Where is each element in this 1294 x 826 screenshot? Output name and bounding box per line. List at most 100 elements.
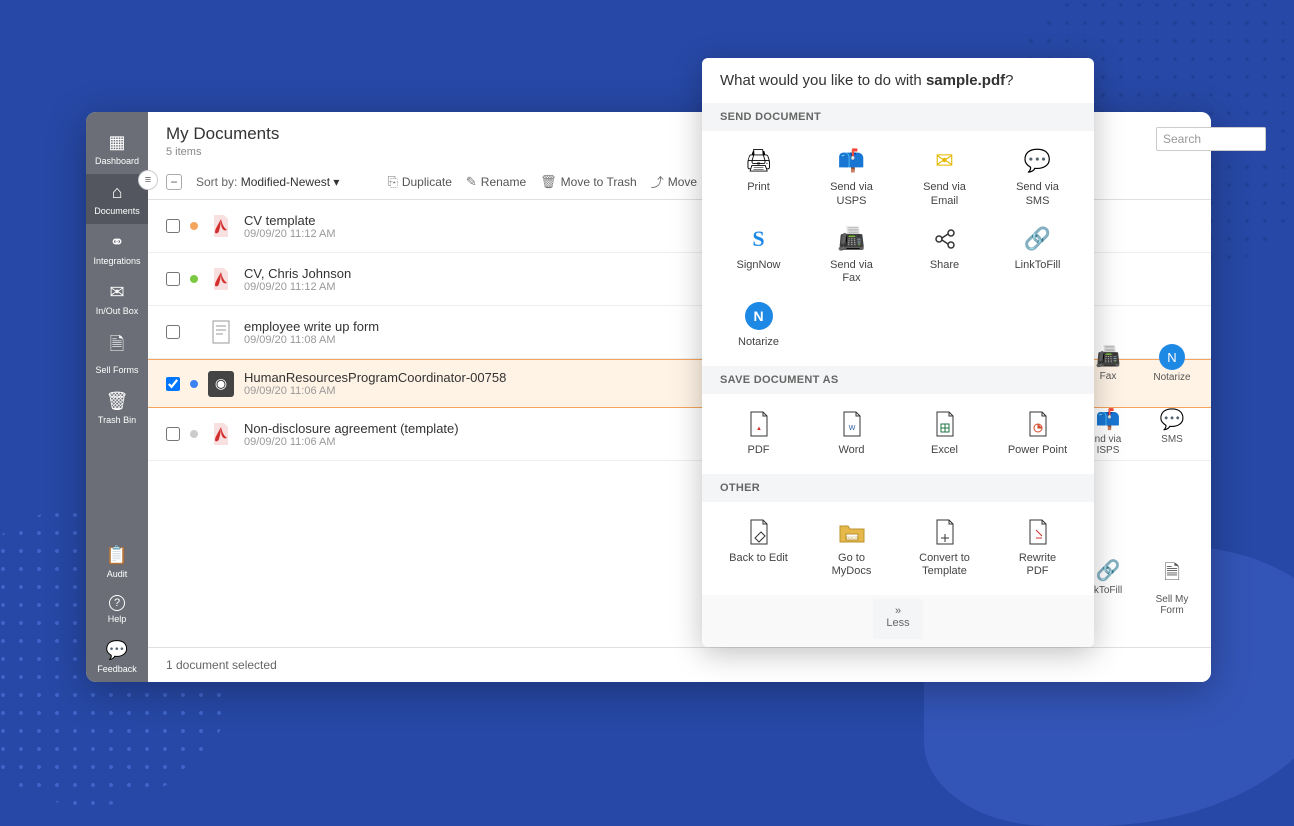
doc-name: Non-disclosure agreement (template) (244, 421, 459, 436)
sidebar-item-trash[interactable]: 🗑 Trash Bin (86, 383, 148, 433)
doc-date: 09/09/20 11:12 AM (244, 281, 351, 293)
row-checkbox[interactable] (166, 427, 180, 441)
sidebar-item-label: Integrations (93, 256, 140, 266)
sidebar-item-dashboard[interactable]: ▦ Dashboard (86, 124, 148, 174)
usps-icon: 📫 (1096, 407, 1121, 432)
sidebar-item-audit[interactable]: 📋 Audit (86, 537, 148, 587)
search-input[interactable]: Search (1156, 127, 1266, 151)
signnow-button[interactable]: SSignNow (712, 221, 805, 291)
share-icon (928, 225, 962, 253)
save-word-button[interactable]: WWord (805, 406, 898, 462)
rename-button[interactable]: ✎Rename (466, 174, 526, 190)
form-icon (208, 316, 234, 348)
modal-title: What would you like to do with sample.pd… (702, 58, 1094, 103)
sidebar-item-help[interactable]: ? Help (86, 587, 148, 632)
doc-date: 09/09/20 11:06 AM (244, 436, 459, 448)
section-save-title: SAVE DOCUMENT AS (702, 366, 1094, 394)
less-button[interactable]: » Less (873, 599, 923, 639)
doc-date: 09/09/20 11:06 AM (244, 385, 506, 397)
usps-button[interactable]: 📫Send via USPS (805, 143, 898, 213)
clipboard-icon: 📋 (106, 545, 128, 566)
fax-icon: 📠 (1096, 344, 1121, 369)
copy-icon: ⎘ (387, 174, 397, 190)
notarize-button[interactable]: NNotarize (712, 298, 805, 354)
print-button[interactable]: 🖨Print (712, 143, 805, 213)
folder-icon: DOCS (835, 518, 869, 546)
sell-icon: 🗎 (110, 332, 124, 362)
signnow-icon: S (742, 225, 776, 253)
pdf-icon (208, 418, 234, 450)
save-ppt-button[interactable]: Power Point (991, 406, 1084, 462)
row-checkbox[interactable] (166, 219, 180, 233)
sidebar-item-integrations[interactable]: ⚭ Integrations (86, 224, 148, 274)
sms-icon: 💬 (1160, 407, 1185, 432)
duplicate-button[interactable]: ⎘Duplicate (387, 174, 451, 190)
notarize-icon: N (1159, 344, 1185, 370)
row-checkbox[interactable] (166, 377, 180, 391)
section-other-title: OTHER (702, 474, 1094, 502)
sms-button[interactable]: 💬Send via SMS (991, 143, 1084, 213)
selection-status: 1 document selected (166, 658, 277, 672)
svg-text:W: W (848, 425, 855, 432)
sidebar-item-inoutbox[interactable]: ✉ In/Out Box (86, 274, 148, 324)
fax-button[interactable]: 📠Send via Fax (805, 221, 898, 291)
row-checkbox[interactable] (166, 272, 180, 286)
email-button[interactable]: ✉Send via Email (898, 143, 991, 213)
pencil-icon: ✎ (466, 174, 477, 190)
trash-icon: 🗑 (106, 391, 129, 412)
doc-date: 09/09/20 11:08 AM (244, 334, 379, 346)
move-button[interactable]: ⤴Move (651, 172, 697, 191)
chat-icon: 💬 (106, 640, 128, 661)
doc-name: employee write up form (244, 319, 379, 334)
sidebar-item-label: Documents (94, 206, 140, 216)
sell-icon: 🗎 (1164, 558, 1180, 592)
doc-name: HumanResourcesProgramCoordinator-00758 (244, 370, 506, 385)
rewrite-pdf-button[interactable]: Rewrite PDF (991, 514, 1084, 584)
move-to-trash-button[interactable]: 🗑Move to Trash (540, 174, 637, 190)
fax-icon: 📠 (835, 225, 869, 253)
sidebar-item-label: Audit (107, 569, 128, 579)
linktofill-button[interactable]: 🔗LinkToFill (991, 221, 1084, 291)
status-dot (190, 328, 198, 336)
sidebar-toggle[interactable]: ≡ (138, 170, 158, 190)
back-to-edit-button[interactable]: Back to Edit (712, 514, 805, 584)
sidebar-item-sellforms[interactable]: 🗎 Sell Forms (86, 324, 148, 383)
dashboard-icon: ▦ (108, 132, 125, 153)
integrations-icon: ⚭ (109, 232, 124, 253)
section-send-title: SEND DOCUMENT (702, 103, 1094, 131)
sellform-action[interactable]: 🗎Sell My Form (1147, 558, 1197, 616)
go-to-mydocs-button[interactable]: DOCSGo to MyDocs (805, 514, 898, 584)
ppt-file-icon (1021, 410, 1055, 438)
doc-name: CV template (244, 213, 336, 228)
sidebar-item-label: Feedback (97, 664, 137, 674)
save-pdf-button[interactable]: ▲PDF (712, 406, 805, 462)
sms-action[interactable]: 💬SMS (1147, 407, 1197, 456)
share-button[interactable]: Share (898, 221, 991, 291)
sidebar-item-label: Sell Forms (95, 365, 138, 375)
sidebar-item-label: Trash Bin (98, 415, 136, 425)
status-dot (190, 430, 198, 438)
row-checkbox[interactable] (166, 325, 180, 339)
status-dot (190, 222, 198, 230)
convert-template-button[interactable]: Convert to Template (898, 514, 991, 584)
sidebar: ▦ Dashboard ⌂ Documents ≡ ⚭ Integrations… (86, 112, 148, 682)
sidebar-item-label: Help (108, 614, 127, 624)
notarize-action[interactable]: NNotarize (1147, 344, 1197, 383)
pdf-file-icon: ▲ (742, 410, 776, 438)
pdf-icon (208, 263, 234, 295)
word-file-icon: W (835, 410, 869, 438)
status-bar: 1 document selected (148, 647, 1211, 682)
collapse-toggle[interactable]: − (166, 174, 182, 190)
chevron-icon: » (895, 605, 901, 617)
save-excel-button[interactable]: Excel (898, 406, 991, 462)
sort-value[interactable]: Modified-Newest ▾ (241, 175, 340, 189)
help-icon: ? (109, 595, 125, 611)
status-dot (190, 380, 198, 388)
email-icon: ✉ (928, 147, 962, 175)
doc-date: 09/09/20 11:12 AM (244, 228, 336, 240)
home-icon: ⌂ (112, 182, 123, 203)
sidebar-item-feedback[interactable]: 💬 Feedback (86, 632, 148, 682)
sort-by-label: Sort by: (196, 175, 237, 189)
notarize-icon: N (742, 302, 776, 330)
pdf-icon (208, 210, 234, 242)
